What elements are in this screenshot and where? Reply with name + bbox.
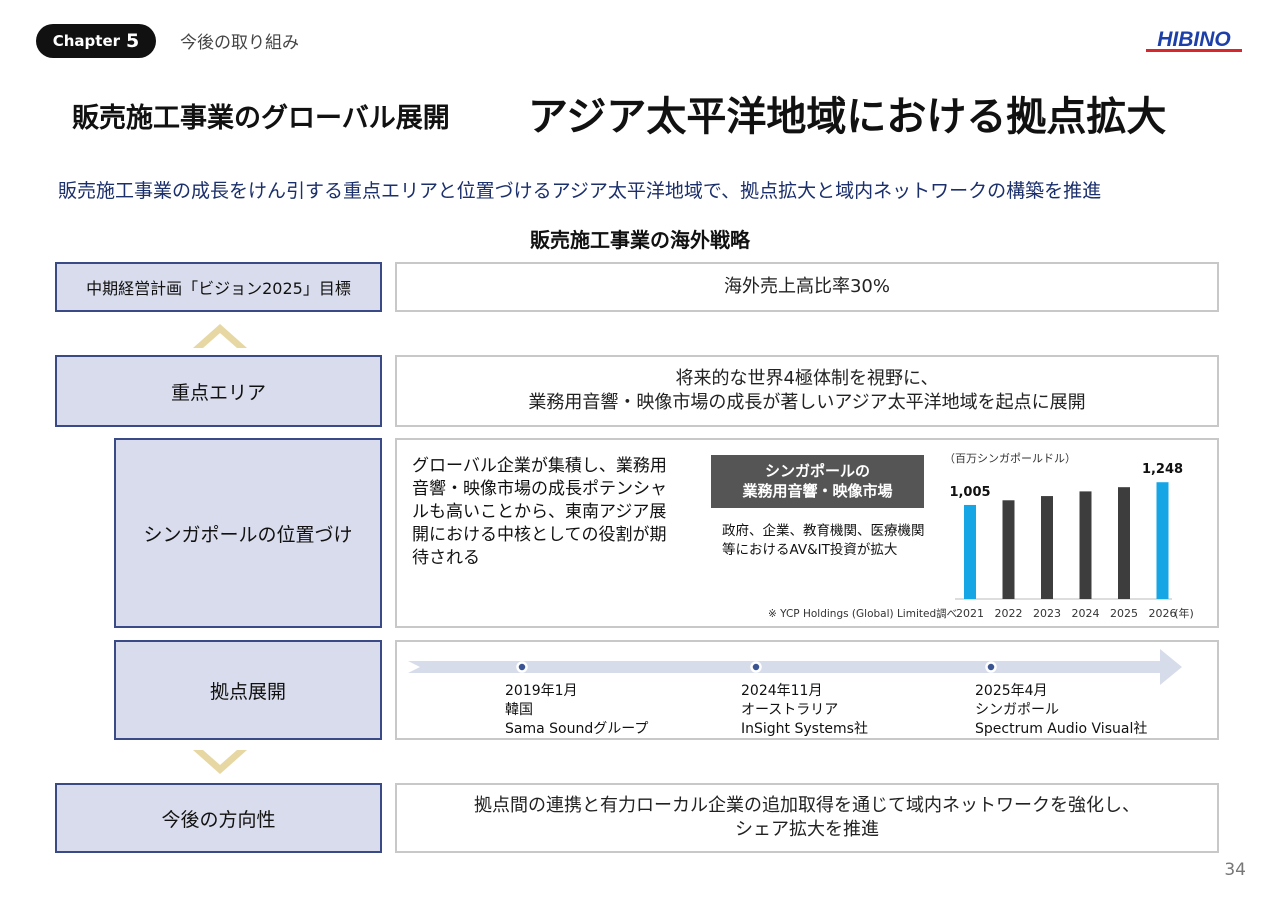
singapore-market-note: 政府、企業、教育機関、医療機関等におけるAV&IT投資が拡大 bbox=[722, 523, 925, 558]
section-heading: 販売施工事業の海外戦略 bbox=[530, 228, 750, 252]
timeline-date: 2019年1月 bbox=[505, 683, 578, 699]
direction-content-line1: 拠点間の連携と有力ローカル企業の追加取得を通じて域内ネットワークを強化し、 bbox=[474, 794, 1140, 816]
bases-label: 拠点展開 bbox=[114, 640, 382, 740]
singapore-market-badge: シンガポールの 業務用音響・映像市場 bbox=[711, 455, 924, 508]
goal-label-text: 中期経営計画「ビジョン2025」目標 bbox=[86, 279, 351, 298]
chart-bar-2023 bbox=[1041, 496, 1053, 599]
direction-label-text: 今後の方向性 bbox=[161, 808, 276, 831]
direction-content: 拠点間の連携と有力ローカル企業の追加取得を通じて域内ネットワークを強化し、 シェ… bbox=[395, 783, 1219, 853]
timeline-item-australia: 2024年11月 オーストラリア InSight Systems社 bbox=[741, 682, 868, 739]
chart-bar-2024 bbox=[1079, 491, 1092, 599]
chart-unit-label: （百万シンガポールドル） bbox=[944, 452, 1076, 465]
chart-tick-label: 2024 bbox=[1072, 607, 1100, 620]
singapore-description: グローバル企業が集積し、業務用音響・映像市場の成長ポテンシャルも高いことから、東… bbox=[412, 456, 667, 568]
direction-label: 今後の方向性 bbox=[55, 783, 382, 853]
focus-content-line2: 業務用音響・映像市場の成長が著しいアジア太平洋地域を起点に展開 bbox=[528, 392, 1086, 413]
lead-text: 販売施工事業の成長をけん引する重点エリアと位置づけるアジア太平洋地域で、拠点拡大… bbox=[58, 180, 1102, 202]
chart-bar-2021 bbox=[964, 504, 976, 599]
chart-tick-label: 2026 bbox=[1149, 607, 1177, 620]
timeline-dot bbox=[516, 661, 528, 673]
chapter-badge: Chapter 5 bbox=[36, 24, 156, 58]
chart-data-label: 1,005 bbox=[949, 485, 990, 500]
timeline-date: 2024年11月 bbox=[741, 683, 823, 699]
svg-text:HIBINO: HIBINO bbox=[1157, 28, 1231, 51]
timeline-date: 2025年4月 bbox=[975, 683, 1048, 699]
timeline-country: オーストラリア bbox=[741, 701, 839, 718]
chart-tick-label: 2025 bbox=[1110, 607, 1138, 620]
chapter-word: Chapter bbox=[52, 32, 121, 50]
badge-line2: 業務用音響・映像市場 bbox=[742, 482, 893, 501]
timeline-country: シンガポール bbox=[975, 701, 1059, 718]
goal-content: 海外売上高比率30% bbox=[395, 262, 1219, 312]
focus-label: 重点エリア bbox=[55, 355, 382, 427]
badge-line1: シンガポールの bbox=[764, 462, 870, 480]
chart-source-note: ※ YCP Holdings (Global) Limited調べ bbox=[768, 608, 958, 620]
page-number: 34 bbox=[1224, 860, 1246, 880]
focus-content-line1: 将来的な世界4極体制を視野に、 bbox=[675, 367, 939, 389]
chart-x-unit: (年) bbox=[1174, 606, 1194, 620]
chapter-subtitle: 今後の取り組み bbox=[180, 33, 299, 53]
goal-content-text: 海外売上高比率30% bbox=[723, 275, 890, 297]
hibino-logo: HIBINO bbox=[1146, 28, 1242, 52]
timeline-item-korea: 2019年1月 韓国 Sama Soundグループ bbox=[505, 682, 648, 739]
timeline-country: 韓国 bbox=[505, 701, 533, 718]
chart-bar-2025 bbox=[1118, 487, 1130, 599]
focus-content: 将来的な世界4極体制を視野に、 業務用音響・映像市場の成長が著しいアジア太平洋地… bbox=[395, 355, 1219, 427]
chapter-number: 5 bbox=[126, 30, 140, 52]
goal-label: 中期経営計画「ビジョン2025」目標 bbox=[55, 262, 382, 312]
timeline-dot bbox=[750, 661, 762, 673]
singapore-market-chart: （百万シンガポールドル） 2021 2022 2023 2024 2025 2026 1,… bbox=[944, 452, 1194, 620]
chart-tick-label: 2022 bbox=[995, 607, 1023, 620]
focus-label-text: 重点エリア bbox=[170, 381, 266, 404]
chart-data-label: 1,248 bbox=[1142, 462, 1183, 477]
timeline-dot bbox=[985, 661, 997, 673]
singapore-label: シンガポールの位置づけ bbox=[114, 438, 382, 628]
chart-bar-2026 bbox=[1156, 482, 1169, 599]
timeline-arrow bbox=[408, 649, 1182, 685]
timeline-item-singapore: 2025年4月 シンガポール Spectrum Audio Visual社 bbox=[975, 682, 1147, 739]
chevron-up-icon bbox=[193, 324, 247, 348]
chevron-down-icon bbox=[193, 750, 247, 774]
chart-tick-label: 2021 bbox=[956, 607, 984, 620]
timeline-company: Spectrum Audio Visual社 bbox=[975, 720, 1148, 737]
timeline-company: InSight Systems社 bbox=[741, 720, 868, 737]
page-title: アジア太平洋地域における拠点拡大 bbox=[528, 94, 1167, 140]
chart-tick-label: 2023 bbox=[1033, 607, 1061, 620]
direction-content-line2: シェア拡大を推進 bbox=[735, 819, 879, 840]
chart-bar-2022 bbox=[1002, 500, 1015, 599]
title-left: 販売施工事業のグローバル展開 bbox=[72, 103, 450, 134]
singapore-label-text: シンガポールの位置づけ bbox=[143, 523, 353, 546]
timeline-company: Sama Soundグループ bbox=[505, 720, 649, 737]
bases-label-text: 拠点展開 bbox=[209, 680, 286, 703]
